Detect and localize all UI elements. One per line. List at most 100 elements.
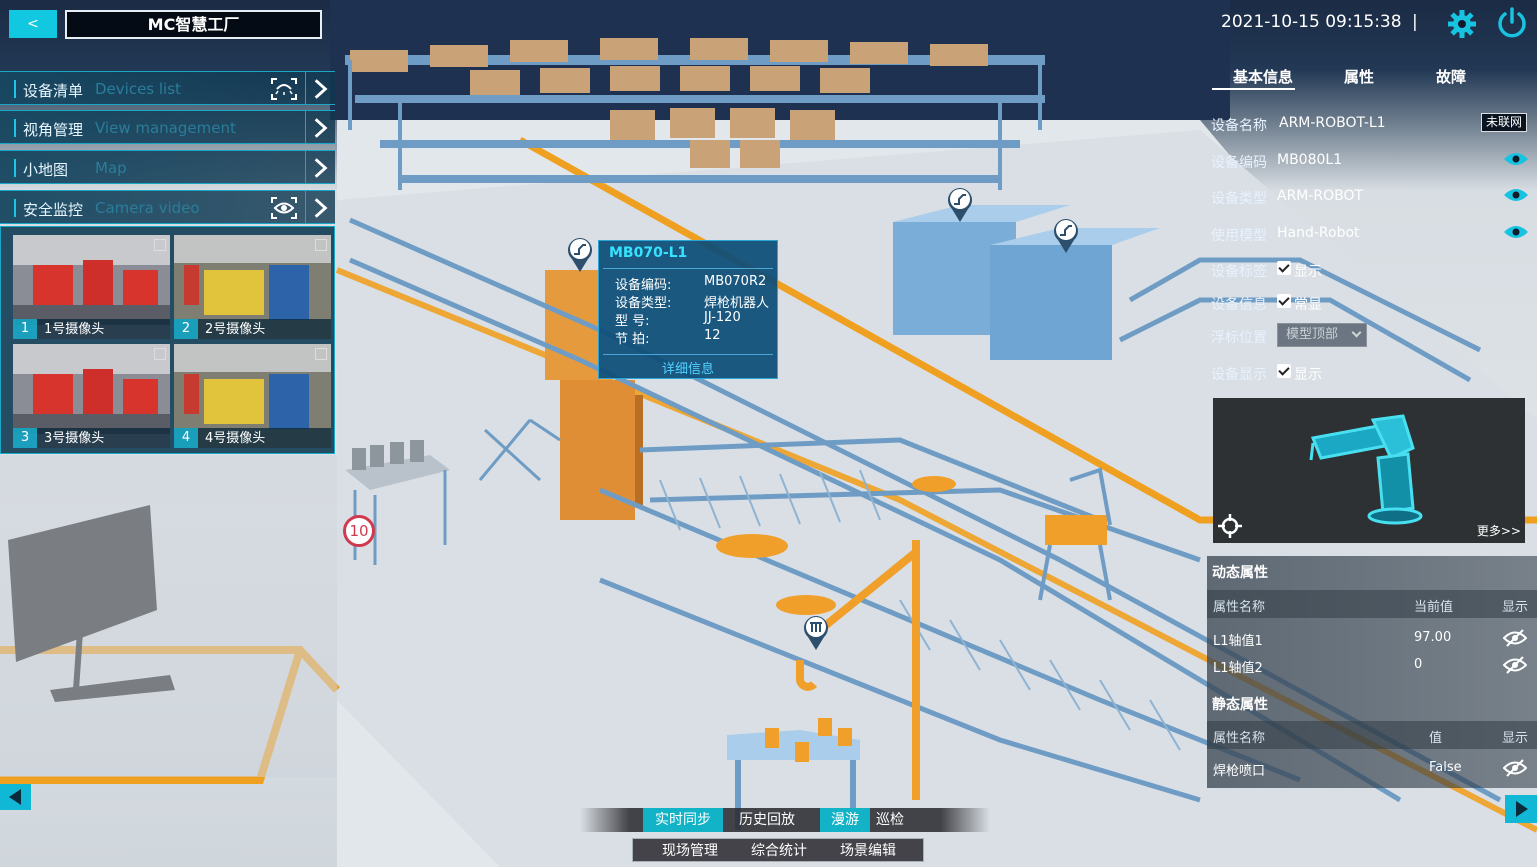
popup-key: 节 拍: <box>615 332 650 347</box>
mode-roam-button[interactable]: 漫游 <box>820 808 870 832</box>
device-code-row: 设备编码 MB080L1 <box>1211 152 1342 172</box>
menu-item-camera-video[interactable]: 安全监控 Camera video <box>0 190 335 224</box>
eye-icon[interactable] <box>1503 151 1529 167</box>
settings-gear-icon[interactable] <box>1447 9 1477 39</box>
mode-history-playback-button[interactable]: 历史回放 <box>727 808 807 832</box>
camera-number: 4 <box>174 428 198 448</box>
device-display-row: 设备显示 显示 <box>1211 364 1322 384</box>
camera-number: 2 <box>174 319 198 339</box>
back-button[interactable]: < <box>9 10 57 38</box>
tab-properties[interactable]: 属性 <box>1344 66 1374 87</box>
field-label: 设备标签 <box>1211 264 1267 280</box>
camera-label: 2号摄像头 <box>205 322 266 337</box>
popup-row: 设备编码: MB070R2 <box>615 274 766 293</box>
popup-value: 12 <box>704 328 721 343</box>
fullscreen-icon[interactable] <box>315 348 327 360</box>
always-show-checkbox[interactable] <box>1277 294 1291 308</box>
menu-item-map[interactable]: 小地图 Map <box>0 150 335 184</box>
scan-icon[interactable] <box>270 77 298 101</box>
scene-editor-button[interactable]: 场景编辑 <box>840 840 896 860</box>
device-code-value: MB080L1 <box>1277 152 1343 168</box>
menu-item-sublabel: Camera video <box>95 199 200 217</box>
column-header: 值 <box>1429 731 1443 746</box>
fullscreen-icon[interactable] <box>154 348 166 360</box>
app-title: MC智慧工厂 <box>65 10 322 39</box>
device-info-popup: MB070-L1 设备编码: MB070R2 设备类型: 焊枪机器人 型 号: … <box>598 240 778 379</box>
popup-value: MB070R2 <box>704 274 767 289</box>
attr-name: 焊枪喷口 <box>1213 764 1266 779</box>
tab-basic-info[interactable]: 基本信息 <box>1233 66 1293 87</box>
fullscreen-icon[interactable] <box>315 239 327 251</box>
detail-info-link[interactable]: 详细信息 <box>599 358 777 377</box>
attr-name: L1轴值2 <box>1213 661 1263 676</box>
field-label: 浮标位置 <box>1211 330 1267 346</box>
popup-key: 型 号: <box>615 314 650 329</box>
column-header: 当前值 <box>1414 600 1454 615</box>
static-attr-title: 静态属性 <box>1212 697 1268 713</box>
column-header: 属性名称 <box>1213 600 1266 615</box>
power-icon[interactable] <box>1496 7 1528 39</box>
device-info-row: 设备信息 常显 <box>1211 294 1322 314</box>
menu-item-view-management[interactable]: 视角管理 View management <box>0 110 335 144</box>
chevron-right-icon[interactable] <box>305 111 335 144</box>
popup-row: 设备类型: 焊枪机器人 <box>615 292 769 311</box>
model-row: 使用模型 Hand-Robot <box>1211 225 1360 245</box>
show-device-checkbox[interactable] <box>1277 364 1291 378</box>
collapse-left-arrow-icon[interactable] <box>0 784 31 810</box>
camera-label: 3号摄像头 <box>44 431 105 446</box>
table-row: L1轴值1 97.00 <box>1207 627 1537 651</box>
float-position-select[interactable]: 模型顶部 <box>1277 323 1367 347</box>
popup-value: 焊枪机器人 <box>704 296 770 311</box>
eye-off-icon[interactable] <box>1503 629 1527 647</box>
alarm-count-badge[interactable]: 10 <box>343 515 375 547</box>
site-management-button[interactable]: 现场管理 <box>662 840 718 860</box>
menu-item-marker <box>14 159 16 177</box>
fullscreen-icon[interactable] <box>154 239 166 251</box>
chevron-right-icon[interactable] <box>305 151 335 184</box>
camera-feed-1[interactable]: 1 1号摄像头 <box>13 235 170 339</box>
float-position-row: 浮标位置 <box>1211 327 1267 347</box>
tab-faults[interactable]: 故障 <box>1436 66 1466 87</box>
eye-scan-icon[interactable] <box>270 196 298 220</box>
robot-marker-icon[interactable] <box>1052 216 1080 254</box>
field-label: 设备名称 <box>1211 118 1267 134</box>
field-label: 使用模型 <box>1211 228 1267 244</box>
show-tag-checkbox[interactable] <box>1277 261 1291 275</box>
eye-off-icon[interactable] <box>1503 759 1527 777</box>
divider <box>603 268 773 269</box>
camera-feed-2[interactable]: 2 2号摄像头 <box>174 235 331 339</box>
more-link[interactable]: 更多>> <box>1477 522 1521 539</box>
attr-value: 0 <box>1414 657 1423 672</box>
camera-video-panel: 1 1号摄像头 2 2号摄像头 3 3号摄像头 4 4号摄像头 <box>0 226 335 454</box>
checkbox-label: 显示 <box>1294 264 1322 280</box>
model-preview[interactable]: 更多>> <box>1213 398 1525 543</box>
expand-right-arrow-icon[interactable] <box>1505 795 1537 823</box>
popup-key: 设备类型: <box>615 296 672 311</box>
robot-marker-icon[interactable] <box>566 235 594 273</box>
camera-feed-4[interactable]: 4 4号摄像头 <box>174 344 331 448</box>
chevron-right-icon[interactable] <box>305 72 335 105</box>
conveyor-marker-icon[interactable] <box>802 613 830 651</box>
chevron-right-icon[interactable] <box>305 191 335 224</box>
robot-marker-icon[interactable] <box>946 185 974 223</box>
menu-item-label: 设备清单 <box>23 82 84 100</box>
menu-item-sublabel: View management <box>95 119 236 137</box>
column-header: 属性名称 <box>1213 731 1266 746</box>
camera-label: 4号摄像头 <box>205 431 266 446</box>
menu-item-devices-list[interactable]: 设备清单 Devices list <box>0 71 335 105</box>
network-status-badge: 未联网 <box>1481 113 1527 132</box>
eye-icon[interactable] <box>1503 224 1529 240</box>
eye-icon[interactable] <box>1503 187 1529 203</box>
device-tag-row: 设备标签 显示 <box>1211 261 1322 281</box>
camera-label: 1号摄像头 <box>44 322 105 337</box>
device-name-row: 设备名称 ARM-ROBOT-L1 <box>1211 115 1386 135</box>
mode-realtime-sync-button[interactable]: 实时同步 <box>643 808 723 832</box>
camera-feed-3[interactable]: 3 3号摄像头 <box>13 344 170 448</box>
model-value: Hand-Robot <box>1277 225 1360 241</box>
locate-crosshair-icon[interactable] <box>1217 513 1243 539</box>
mode-patrol-button[interactable]: 巡检 <box>868 808 912 832</box>
eye-off-icon[interactable] <box>1503 656 1527 674</box>
menu-item-label: 视角管理 <box>23 121 84 139</box>
attr-value: 97.00 <box>1414 630 1452 645</box>
statistics-button[interactable]: 综合统计 <box>751 840 807 860</box>
